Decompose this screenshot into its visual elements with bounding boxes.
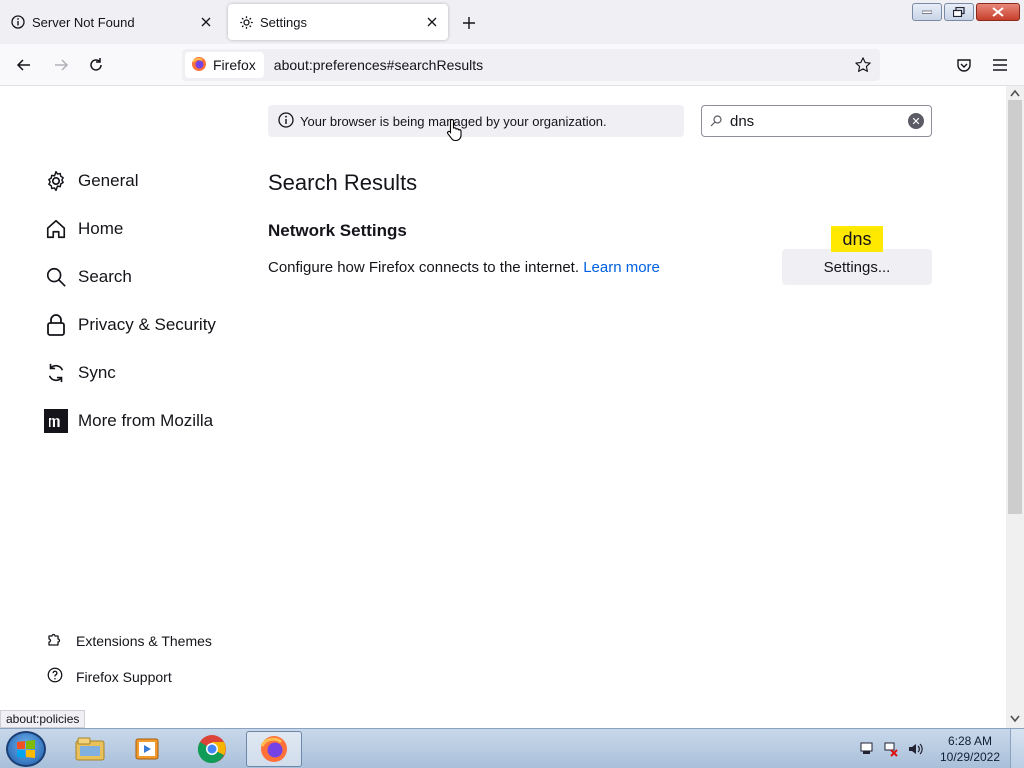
media-player-icon[interactable] bbox=[120, 731, 176, 767]
sidebar-item-label: General bbox=[78, 171, 139, 190]
section-title: Network Settings bbox=[268, 221, 407, 240]
network-error-icon[interactable] bbox=[882, 740, 900, 758]
close-icon[interactable] bbox=[424, 14, 440, 30]
sidebar-item-label: Sync bbox=[78, 363, 116, 382]
navigation-toolbar: Firefox about:preferences#searchResults bbox=[0, 44, 1024, 86]
taskbar-clock[interactable]: 6:28 AM 10/29/2022 bbox=[930, 733, 1010, 765]
sidebar-item-label: Home bbox=[78, 219, 124, 238]
footer-link-label: Firefox Support bbox=[76, 668, 172, 685]
restore-button[interactable] bbox=[944, 3, 974, 21]
clock-date: 10/29/2022 bbox=[939, 750, 1001, 764]
close-window-button[interactable] bbox=[976, 3, 1020, 21]
search-value: dns bbox=[730, 112, 755, 130]
settings-search-input[interactable]: dns ✕ bbox=[701, 105, 932, 137]
lock-icon bbox=[44, 313, 68, 337]
sync-icon bbox=[44, 361, 68, 385]
sidebar-item-home[interactable]: Home bbox=[44, 215, 123, 243]
scroll-up-arrow-icon[interactable] bbox=[1010, 88, 1020, 98]
network-settings-button[interactable]: Settings... bbox=[782, 249, 932, 285]
mozilla-icon bbox=[44, 409, 68, 433]
scroll-down-arrow-icon[interactable] bbox=[1010, 714, 1020, 724]
tab-strip: Server Not Found Settings bbox=[0, 0, 1024, 44]
firefox-support-link[interactable]: Firefox Support bbox=[46, 666, 172, 687]
firefox-logo-icon bbox=[191, 56, 207, 75]
sidebar-item-label: More from Mozilla bbox=[78, 411, 214, 430]
identity-label: Firefox bbox=[213, 57, 256, 73]
url-bar[interactable]: Firefox about:preferences#searchResults bbox=[182, 49, 880, 81]
page-title: Search Results bbox=[268, 170, 418, 195]
sidebar-item-label: Privacy & Security bbox=[78, 315, 216, 334]
clear-search-icon[interactable]: ✕ bbox=[908, 113, 924, 129]
search-highlight-badge: dns bbox=[831, 226, 883, 252]
hand-cursor-icon bbox=[446, 118, 464, 147]
volume-icon[interactable] bbox=[906, 740, 924, 758]
learn-more-link[interactable]: Learn more bbox=[583, 259, 660, 276]
back-arrow-icon[interactable] bbox=[11, 52, 37, 78]
footer-link-label: Extensions & Themes bbox=[76, 632, 212, 649]
menu-hamburger-icon[interactable] bbox=[987, 52, 1013, 78]
chrome-icon[interactable] bbox=[184, 731, 240, 767]
explorer-icon[interactable] bbox=[62, 731, 118, 767]
close-icon[interactable] bbox=[198, 14, 214, 30]
reload-icon[interactable] bbox=[83, 52, 109, 78]
info-icon bbox=[278, 111, 294, 131]
gear-icon bbox=[44, 169, 68, 193]
system-tray: 6:28 AM 10/29/2022 bbox=[858, 729, 1024, 768]
settings-button-label: Settings... bbox=[823, 258, 891, 276]
sidebar-item-sync[interactable]: Sync bbox=[44, 359, 116, 387]
identity-box[interactable]: Firefox bbox=[185, 52, 264, 78]
section-description: Configure how Firefox connects to the in… bbox=[268, 259, 660, 276]
windows-taskbar: 6:28 AM 10/29/2022 bbox=[0, 728, 1024, 768]
preferences-page: General Home Search Privacy & Security S… bbox=[0, 86, 1006, 728]
tab-server-not-found[interactable]: Server Not Found bbox=[0, 4, 222, 40]
firefox-icon[interactable] bbox=[246, 731, 302, 767]
search-icon bbox=[44, 265, 68, 289]
info-icon bbox=[10, 14, 26, 30]
window-controls bbox=[912, 3, 1020, 21]
show-desktop-button[interactable] bbox=[1010, 729, 1024, 768]
sidebar-item-more-from-mozilla[interactable]: More from Mozilla bbox=[44, 407, 213, 435]
start-button[interactable] bbox=[6, 731, 46, 767]
gear-icon bbox=[238, 14, 254, 30]
tab-settings[interactable]: Settings bbox=[228, 4, 448, 40]
policy-notice[interactable]: Your browser is being managed by your or… bbox=[268, 105, 684, 137]
vertical-scrollbar[interactable] bbox=[1006, 86, 1024, 728]
sidebar-item-privacy-security[interactable]: Privacy & Security bbox=[44, 311, 216, 339]
search-icon bbox=[710, 115, 722, 127]
extensions-themes-link[interactable]: Extensions & Themes bbox=[46, 630, 212, 651]
sidebar-item-search[interactable]: Search bbox=[44, 263, 132, 291]
minimize-button[interactable] bbox=[912, 3, 942, 21]
sidebar-item-label: Search bbox=[78, 267, 132, 286]
puzzle-icon bbox=[46, 630, 64, 651]
tab-title: Server Not Found bbox=[32, 14, 135, 30]
clock-time: 6:28 AM bbox=[947, 734, 993, 748]
tab-title: Settings bbox=[260, 14, 307, 30]
action-center-flag-icon[interactable] bbox=[858, 740, 876, 758]
help-icon bbox=[46, 666, 64, 687]
section-description-text: Configure how Firefox connects to the in… bbox=[268, 259, 580, 276]
bookmark-star-icon[interactable] bbox=[852, 54, 874, 76]
status-url-text: about:policies bbox=[0, 710, 86, 728]
url-text[interactable]: about:preferences#searchResults bbox=[274, 57, 483, 73]
forward-arrow-icon[interactable] bbox=[48, 52, 74, 78]
sidebar-item-general[interactable]: General bbox=[44, 167, 138, 195]
home-icon bbox=[44, 217, 68, 241]
pocket-icon[interactable] bbox=[951, 52, 977, 78]
scrollbar-thumb[interactable] bbox=[1008, 100, 1022, 514]
new-tab-plus-icon[interactable] bbox=[458, 12, 480, 34]
